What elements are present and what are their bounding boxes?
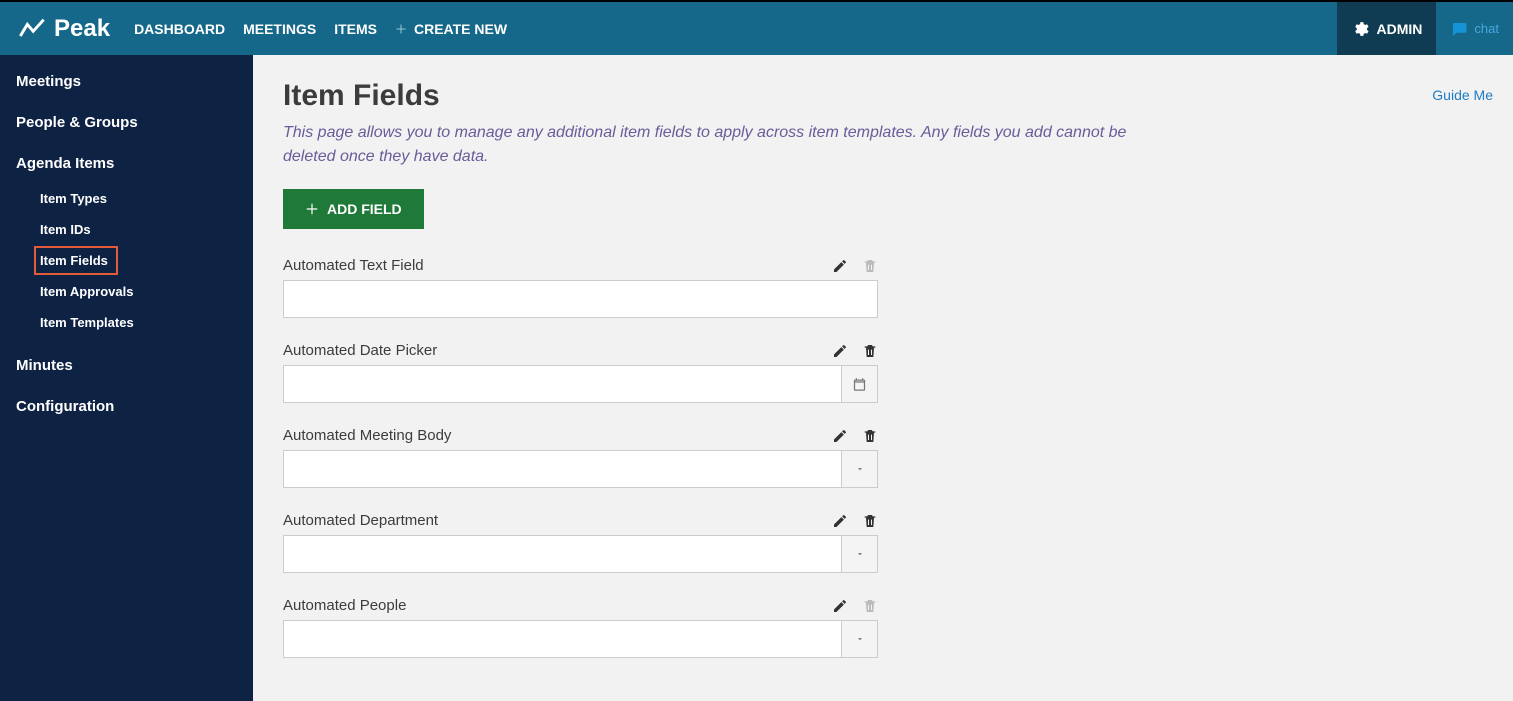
field-row: Automated Meeting Body	[283, 427, 878, 488]
sidebar-minutes[interactable]: Minutes	[0, 357, 253, 374]
topbar-right: ADMIN chat	[1337, 2, 1513, 55]
field-row: Automated Date Picker	[283, 342, 878, 403]
edit-field-button[interactable]	[832, 428, 848, 444]
page-title: Item Fields	[283, 79, 1493, 113]
select-field-input[interactable]	[283, 450, 842, 488]
select-field-input[interactable]	[283, 535, 842, 573]
brand-logo[interactable]: Peak	[0, 15, 124, 43]
sidebar-agenda-subitems: Item Types Item IDs Item Fields Item App…	[0, 184, 253, 339]
edit-field-button[interactable]	[832, 258, 848, 274]
trash-icon	[862, 258, 878, 274]
add-field-label: ADD FIELD	[327, 201, 402, 217]
delete-field-button[interactable]	[862, 343, 878, 359]
chevron-down-icon	[855, 464, 865, 474]
nav-meetings[interactable]: MEETINGS	[243, 21, 316, 37]
pencil-icon	[832, 258, 848, 274]
date-field-input[interactable]	[283, 365, 842, 403]
sidebar-meetings[interactable]: Meetings	[0, 73, 253, 90]
chat-icon	[1450, 20, 1468, 38]
calendar-icon	[852, 377, 867, 392]
delete-field-button	[862, 598, 878, 614]
pencil-icon	[832, 428, 848, 444]
field-label: Automated Meeting Body	[283, 427, 832, 444]
plus-icon	[395, 23, 407, 35]
nav-create-new-label: CREATE NEW	[414, 21, 507, 37]
field-label: Automated Date Picker	[283, 342, 832, 359]
chat-label: chat	[1474, 21, 1499, 36]
trash-icon	[862, 343, 878, 359]
pencil-icon	[832, 343, 848, 359]
text-field-input[interactable]	[283, 280, 878, 318]
delete-field-button	[862, 258, 878, 274]
admin-label: ADMIN	[1377, 21, 1423, 37]
nav-items[interactable]: ITEMS	[334, 21, 377, 37]
chat-button[interactable]: chat	[1436, 2, 1513, 55]
field-label: Automated Text Field	[283, 257, 832, 274]
sidebar-agenda-items[interactable]: Agenda Items	[0, 155, 253, 172]
pencil-icon	[832, 513, 848, 529]
add-field-button[interactable]: ADD FIELD	[283, 189, 424, 229]
guide-me-link[interactable]: Guide Me	[1432, 87, 1493, 103]
top-nav: DASHBOARD MEETINGS ITEMS CREATE NEW	[134, 21, 507, 37]
dropdown-toggle[interactable]	[842, 450, 878, 488]
trash-icon	[862, 428, 878, 444]
gear-icon	[1351, 20, 1369, 38]
edit-field-button[interactable]	[832, 343, 848, 359]
delete-field-button[interactable]	[862, 428, 878, 444]
admin-button[interactable]: ADMIN	[1337, 2, 1437, 55]
sidebar-item-types[interactable]: Item Types	[34, 184, 117, 213]
peak-logo-icon	[18, 15, 46, 43]
edit-field-button[interactable]	[832, 513, 848, 529]
field-label: Automated People	[283, 597, 832, 614]
sidebar-item-ids[interactable]: Item IDs	[34, 215, 101, 244]
page-description: This page allows you to manage any addit…	[283, 121, 1183, 169]
dropdown-toggle[interactable]	[842, 620, 878, 658]
sidebar-people-groups[interactable]: People & Groups	[0, 114, 253, 131]
dropdown-toggle[interactable]	[842, 535, 878, 573]
field-row: Automated Text Field	[283, 257, 878, 318]
sidebar: Meetings People & Groups Agenda Items It…	[0, 55, 253, 701]
field-row: Automated People	[283, 597, 878, 658]
edit-field-button[interactable]	[832, 598, 848, 614]
field-row: Automated Department	[283, 512, 878, 573]
chevron-down-icon	[855, 549, 865, 559]
trash-icon	[862, 513, 878, 529]
trash-icon	[862, 598, 878, 614]
topbar: Peak DASHBOARD MEETINGS ITEMS CREATE NEW…	[0, 0, 1513, 55]
brand-name: Peak	[54, 15, 110, 43]
sidebar-configuration[interactable]: Configuration	[0, 398, 253, 415]
date-picker-button[interactable]	[842, 365, 878, 403]
chevron-down-icon	[855, 634, 865, 644]
main-content: Guide Me Item Fields This page allows yo…	[253, 55, 1513, 701]
field-label: Automated Department	[283, 512, 832, 529]
pencil-icon	[832, 598, 848, 614]
select-field-input[interactable]	[283, 620, 842, 658]
delete-field-button[interactable]	[862, 513, 878, 529]
nav-dashboard[interactable]: DASHBOARD	[134, 21, 225, 37]
sidebar-item-approvals[interactable]: Item Approvals	[34, 277, 143, 306]
sidebar-item-templates[interactable]: Item Templates	[34, 308, 144, 337]
plus-icon	[305, 202, 319, 216]
sidebar-item-fields[interactable]: Item Fields	[34, 246, 118, 275]
nav-create-new[interactable]: CREATE NEW	[395, 21, 507, 37]
